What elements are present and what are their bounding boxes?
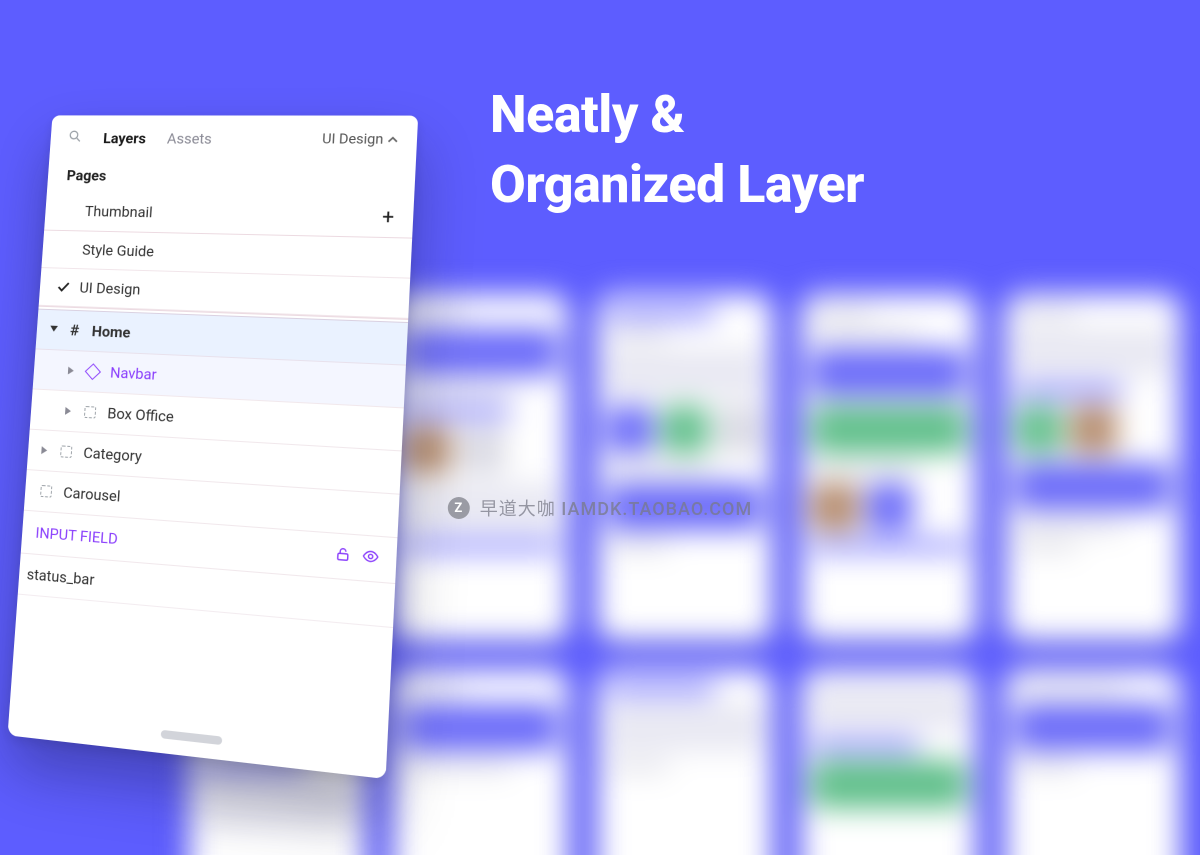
expand-toggle[interactable]	[50, 326, 58, 334]
visibility-icon[interactable]	[361, 547, 379, 570]
frame-icon	[58, 443, 74, 460]
layer-label: INPUT FIELD	[35, 524, 118, 548]
layer-label: Navbar	[110, 364, 158, 384]
frame-icon	[38, 483, 54, 500]
layer-label: Carousel	[63, 484, 121, 506]
plus-icon[interactable]: +	[382, 206, 395, 227]
tab-layers[interactable]: Layers	[103, 130, 147, 147]
panel-tabs: Layers Assets UI Design	[49, 115, 418, 160]
frame-icon	[82, 404, 98, 421]
layers-panel: Layers Assets UI Design Pages Thumbnail …	[8, 115, 419, 779]
layer-label: Box Office	[107, 404, 175, 426]
promo-stage: Neatly & Organized Layer	[0, 0, 1200, 855]
unlock-icon[interactable]	[334, 545, 352, 567]
file-switcher[interactable]: UI Design	[322, 131, 399, 147]
file-name: UI Design	[322, 131, 384, 147]
expand-toggle[interactable]	[68, 367, 76, 375]
tab-assets[interactable]: Assets	[167, 130, 213, 148]
search-icon[interactable]	[67, 129, 83, 148]
headline-line-1: Neatly &	[490, 80, 864, 150]
pages-heading: Pages	[47, 157, 416, 197]
headline-line-2: Organized Layer	[490, 150, 864, 220]
check-icon	[56, 280, 70, 294]
layer-label: status_bar	[26, 565, 95, 589]
chevron-up-icon	[387, 135, 398, 145]
frame-icon: #	[67, 322, 83, 338]
component-icon	[85, 363, 101, 380]
expand-toggle[interactable]	[65, 407, 73, 415]
headline: Neatly & Organized Layer	[490, 80, 864, 220]
page-label: Thumbnail	[84, 203, 153, 222]
layer-label: Home	[91, 322, 131, 341]
layer-tree: # Home Navbar Box Office	[18, 307, 408, 627]
layer-label: Category	[83, 444, 143, 466]
page-label: Style Guide	[82, 241, 155, 260]
page-label: UI Design	[79, 279, 141, 299]
expand-toggle[interactable]	[41, 446, 49, 454]
